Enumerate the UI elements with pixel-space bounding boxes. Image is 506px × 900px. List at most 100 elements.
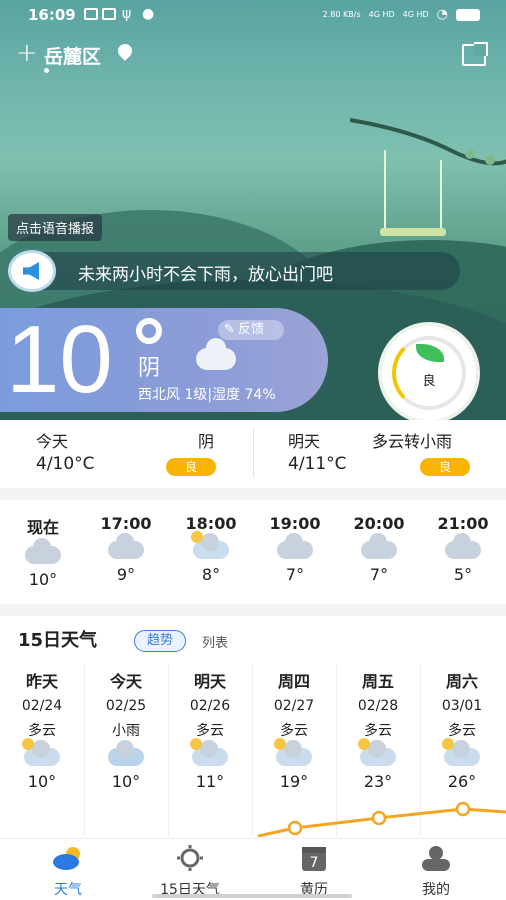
day-temp: 23° [363, 772, 393, 791]
light-rain-icon [108, 740, 144, 766]
tomorrow-aqi-wrap: 良 [420, 456, 470, 476]
aqi-gauge[interactable]: 良 [378, 322, 480, 424]
day-condition: 多云 [28, 723, 56, 739]
day-date: 03/01 [441, 698, 483, 714]
location-name[interactable]: 岳麓区 [44, 42, 101, 69]
hour-cell: 20:00 7° [344, 514, 414, 584]
nav-weather-label: 天气 [54, 882, 82, 898]
aqi-label: 良 [422, 374, 436, 389]
status-right: 2.80 KB/s 4G HD 4G HD ◔ [323, 7, 480, 22]
hour-temp: 5° [453, 565, 473, 584]
section-separator [0, 604, 506, 616]
calendar-day: 7 [310, 855, 319, 871]
hour-time: 20:00 [353, 514, 405, 533]
today-label: 今天 [36, 432, 69, 451]
hour-temp: 8° [201, 565, 221, 584]
voice-broadcast-tag[interactable]: 点击语音播报 [8, 214, 103, 241]
hour-cell: 现在 10° [8, 514, 78, 589]
nav-15day[interactable]: 15日天气 [130, 845, 250, 899]
speaker-icon[interactable] [8, 250, 56, 292]
day-date: 02/27 [273, 698, 315, 714]
day-temp: 11° [195, 772, 225, 791]
hour-temp: 7° [369, 565, 389, 584]
nav-weather[interactable]: 天气 [8, 845, 128, 899]
day-cell[interactable]: 周六 03/01 多云 26° [420, 668, 504, 791]
status-bar: 16:09 ψ ● 2.80 KB/s 4G HD 4G HD ◔ [0, 0, 506, 30]
day-date: 02/24 [21, 698, 63, 714]
day-cell[interactable]: 周四 02/27 多云 19° [252, 668, 336, 791]
day-weekday: 今天 [109, 672, 142, 691]
day-weekday: 周五 [361, 672, 394, 691]
net-speed: 2.80 KB/s [322, 10, 361, 19]
hour-cell: 19:00 7° [260, 514, 330, 584]
wind-humidity: 西北风 1级|湿度 74% [138, 387, 276, 403]
day-condition: 多云 [196, 723, 224, 739]
day-cell[interactable]: 昨天 02/24 多云 10° [0, 668, 84, 791]
section-separator [0, 488, 506, 500]
wifi-icon: ◔ [436, 7, 448, 22]
day-date: 02/25 [105, 698, 147, 714]
day-weekday: 明天 [193, 672, 226, 691]
today-tomorrow-summary: 今天 阴 4/10°C 良 明天 多云转小雨 4/11°C 良 [0, 420, 506, 488]
divider [253, 428, 254, 478]
tab-list[interactable]: 列表 [202, 632, 228, 651]
hour-temp: 10° [28, 570, 58, 589]
partly-cloudy-icon [442, 738, 480, 766]
day-condition: 多云 [280, 723, 308, 739]
home-indicator[interactable] [152, 894, 352, 898]
trend-point [371, 810, 387, 826]
nav-profile-label: 我的 [422, 882, 450, 898]
hour-time: 19:00 [269, 514, 321, 533]
nav-almanac[interactable]: 7 黄历 [254, 845, 374, 899]
hour-time: 21:00 [437, 514, 489, 533]
tomorrow-condition: 多云转小雨 [372, 432, 453, 451]
day-weekday: 昨天 [25, 672, 58, 691]
rain-forecast-bar[interactable]: 未来两小时不会下雨，放心出门吧 [8, 250, 460, 292]
current-temp: 10 [6, 306, 113, 413]
day-date: 02/28 [357, 698, 399, 714]
add-city-icon[interactable]: + [16, 38, 38, 68]
rain-forecast-text: 未来两小时不会下雨，放心出门吧 [78, 265, 333, 285]
today-aqi-badge: 良 [166, 458, 216, 476]
hour-cell: 21:00 5° [428, 514, 498, 584]
day-date: 02/26 [189, 698, 231, 714]
today-aqi-wrap: 良 [166, 456, 216, 476]
sun-icon [177, 845, 203, 871]
cloud-icon [25, 538, 61, 564]
usb-icon: ψ [122, 6, 132, 22]
today-temp: 4/10°C [36, 454, 95, 474]
partly-cloudy-icon [22, 738, 60, 766]
day-temp: 10° [111, 772, 141, 791]
cloud-icon [108, 533, 144, 559]
hour-time: 18:00 [185, 514, 237, 533]
day-cell[interactable]: 明天 02/26 多云 11° [168, 668, 252, 791]
day-temp: 10° [27, 772, 57, 791]
cloud-icon [445, 533, 481, 559]
degree-symbol [136, 318, 162, 344]
bottom-navigation: 天气 15日天气 7 黄历 我的 [0, 838, 506, 900]
trend-point [287, 820, 303, 836]
temperature-trend-line [257, 801, 506, 838]
day-condition: 小雨 [112, 723, 140, 739]
calendar-icon: 7 [302, 847, 326, 871]
cloud-icon [361, 533, 397, 559]
nav-profile[interactable]: 我的 [376, 845, 496, 899]
partly-cloudy-icon [358, 738, 396, 766]
today-condition: 阴 [198, 432, 215, 451]
day-cell[interactable]: 周五 02/28 多云 23° [336, 668, 420, 791]
feedback-button[interactable]: 反馈 [218, 320, 284, 340]
tomorrow-temp: 4/11°C [288, 454, 347, 474]
day-condition: 多云 [364, 723, 392, 739]
weather-icon [53, 847, 80, 870]
hourly-forecast[interactable]: 现在 10° 17:00 9° 18:00 8° 19:00 7° 20:00 7° 21… [0, 500, 506, 604]
notification-icon [84, 8, 98, 20]
gallery-icon [102, 8, 116, 20]
profile-icon [422, 846, 450, 871]
current-condition: 阴 [138, 356, 161, 381]
share-icon[interactable] [462, 42, 488, 66]
partly-cloudy-icon [190, 738, 228, 766]
day-cell[interactable]: 今天 02/25 小雨 10° [84, 668, 168, 791]
tab-trend[interactable]: 趋势 [134, 630, 186, 652]
hour-cell: 17:00 9° [91, 514, 161, 584]
branch-decoration [350, 118, 506, 166]
